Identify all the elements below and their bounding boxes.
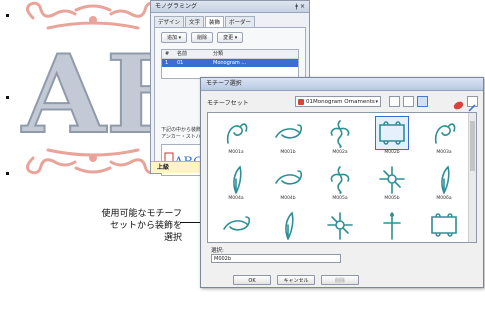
column-category: 分類 <box>213 51 224 57</box>
motif-thumbnail <box>226 123 248 144</box>
delete-button[interactable]: 削除 <box>321 275 359 285</box>
motif-item[interactable]: M001a <box>216 115 256 159</box>
selection-handle[interactable] <box>6 172 9 175</box>
chevron-down-icon: ▾ <box>375 99 378 105</box>
motif-thumbnail <box>330 166 350 194</box>
motif-item[interactable]: M001b <box>268 115 308 159</box>
motif-thumbnail <box>275 124 303 139</box>
motif-thumbnail <box>383 212 401 240</box>
motif-item[interactable]: M005a <box>320 161 360 205</box>
list-item[interactable]: 1 01 Monogram ... <box>162 59 298 67</box>
docker-titlebar[interactable]: モノグラミング ǂ × <box>151 1 309 13</box>
callout-line-1: 使用可能なモチーフ <box>101 209 182 219</box>
top-ornament <box>26 1 160 30</box>
motif-label: M004b <box>280 196 296 201</box>
small-icons-view-button[interactable] <box>389 96 400 107</box>
row-category: Monogram ... <box>213 60 247 66</box>
motif-item[interactable]: M006a <box>424 161 464 205</box>
motif-label: M005a <box>332 196 348 201</box>
tab-ornaments[interactable]: 装飾 <box>205 16 225 27</box>
selection-label: 選択: <box>211 248 224 254</box>
motif-item[interactable]: M005b <box>372 161 412 205</box>
motif-label: M002b <box>384 150 400 155</box>
ornament-buttons: 追加 ▾ 削除 変更 ▾ <box>155 28 305 47</box>
delete-button[interactable]: 削除 <box>191 32 214 43</box>
add-button[interactable]: 追加 ▾ <box>161 32 188 43</box>
callout-arrow <box>180 222 200 223</box>
motif-label: M001b <box>280 150 296 155</box>
motif-label: M002a <box>332 150 348 155</box>
motif-item[interactable] <box>320 207 360 242</box>
motif-item[interactable]: M002a <box>320 115 360 159</box>
column-number: # <box>165 51 170 57</box>
callout-line-2: セットから装飾を <box>109 221 182 231</box>
tab-letters[interactable]: 文字 <box>185 16 205 27</box>
docker-tabs: デザイン 文字 装飾 ボーダー <box>151 13 309 27</box>
selection-handle[interactable] <box>6 14 9 17</box>
row-number: 1 <box>165 60 169 66</box>
pen-icon[interactable] <box>467 96 478 112</box>
ok-button[interactable]: OK <box>233 275 271 285</box>
callout-line-3: 選択 <box>163 233 182 243</box>
tab-borders[interactable]: ボーダー <box>225 16 256 27</box>
tab-design[interactable]: デザイン <box>154 16 185 27</box>
motif-item[interactable] <box>372 207 412 242</box>
motif-thumbnail <box>375 116 409 150</box>
motif-thumbnail <box>379 166 405 194</box>
motif-label: M006a <box>436 196 452 201</box>
callout-text: 使用可能なモチーフ セットから装飾を 選択 <box>74 208 182 244</box>
column-name: 名前 <box>177 51 188 57</box>
motif-set-value: 01Monogram Ornaments <box>306 99 375 105</box>
motif-selection-dialog: モチーフ選択 モチーフセット 01Monogram Ornaments ▾ M0… <box>200 77 484 288</box>
motif-label: M005b <box>384 196 400 201</box>
motif-set-select[interactable]: 01Monogram Ornaments ▾ <box>295 96 381 107</box>
motif-thumbnail <box>285 211 294 240</box>
motif-thumbnail <box>434 123 456 144</box>
selection-field[interactable]: M002b <box>211 254 341 263</box>
motif-item[interactable] <box>268 207 308 242</box>
motif-label: M004a <box>228 196 244 201</box>
advanced-label: 上級 <box>157 164 170 171</box>
dialog-title: モチーフ選択 <box>206 80 242 87</box>
motif-thumbnail <box>327 212 353 240</box>
ornament-list: # 名前 分類 1 01 Monogram ... <box>161 49 299 79</box>
row-name: 01 <box>177 60 184 66</box>
motif-label: M003a <box>436 150 452 155</box>
motif-set-icon <box>298 99 304 105</box>
motif-item[interactable]: M004a <box>216 161 256 205</box>
list-header: # 名前 分類 <box>162 50 298 59</box>
motif-grid-scrollbar[interactable] <box>468 113 476 242</box>
dialog-titlebar[interactable]: モチーフ選択 <box>201 78 483 91</box>
scrollbar-thumb[interactable] <box>470 121 475 171</box>
motif-thumbnail <box>233 165 242 194</box>
motif-item[interactable] <box>424 207 464 242</box>
large-icons-view-button[interactable] <box>417 96 428 107</box>
motif-grid: M001a M001b M002a M002b M003a M004a M004b M005a… <box>207 112 477 243</box>
motif-thumbnail <box>223 216 251 231</box>
motif-thumbnail <box>330 120 350 148</box>
motif-label: M001a <box>228 150 244 155</box>
motif-item[interactable] <box>216 207 256 242</box>
docker-title: モノグラミング <box>155 3 198 10</box>
red-color-icon[interactable] <box>453 96 464 110</box>
change-button[interactable]: 変更 ▾ <box>217 32 244 43</box>
motif-set-label: モチーフセット <box>207 100 249 107</box>
motif-item[interactable]: M003a <box>424 115 464 159</box>
motif-item[interactable]: M002b <box>372 115 412 159</box>
motif-thumbnail <box>431 213 457 237</box>
motif-thumbnail <box>441 165 450 194</box>
selection-handle[interactable] <box>6 96 9 99</box>
docker-controls[interactable]: ǂ × <box>295 1 305 12</box>
motif-thumbnail <box>275 170 303 185</box>
selection-value: M002b <box>214 256 232 262</box>
cancel-button[interactable]: キャンセル <box>277 275 315 285</box>
medium-icons-view-button[interactable] <box>403 96 414 107</box>
motif-item[interactable]: M004b <box>268 161 308 205</box>
